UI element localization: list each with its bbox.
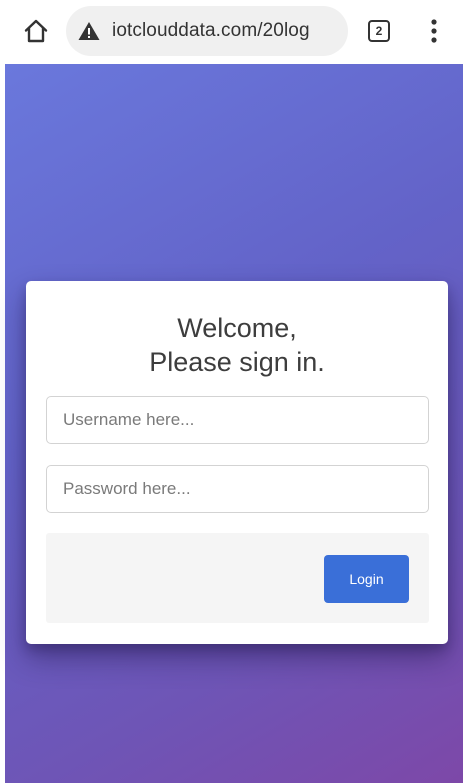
browser-menu-button[interactable] xyxy=(426,17,442,45)
login-title: Welcome, Please sign in. xyxy=(26,311,448,379)
login-button[interactable]: Login xyxy=(324,555,409,603)
more-vert-icon xyxy=(431,19,437,43)
username-input[interactable] xyxy=(46,396,429,444)
home-icon xyxy=(24,19,48,43)
address-bar[interactable]: iotclouddata.com/20log xyxy=(66,6,348,56)
tab-count: 2 xyxy=(375,24,383,38)
welcome-heading: Welcome, xyxy=(177,313,297,343)
login-card: Welcome, Please sign in. Login xyxy=(26,281,448,644)
password-input[interactable] xyxy=(46,465,429,513)
sign-in-heading: Please sign in. xyxy=(149,347,325,377)
browser-toolbar: iotclouddata.com/20log 2 xyxy=(0,0,463,64)
login-footer: Login xyxy=(46,533,429,623)
url-text: iotclouddata.com/20log xyxy=(112,20,310,41)
warning-icon[interactable] xyxy=(78,21,100,41)
tab-switcher-button[interactable]: 2 xyxy=(368,20,390,42)
home-button[interactable] xyxy=(20,15,52,47)
